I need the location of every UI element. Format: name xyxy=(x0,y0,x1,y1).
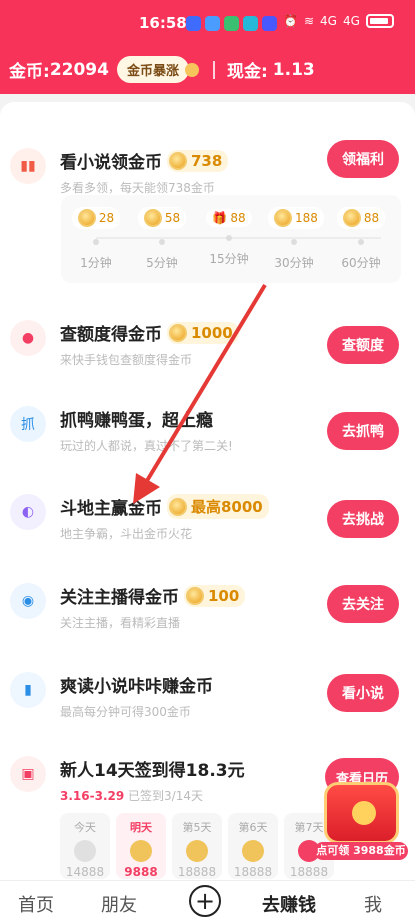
status-right: ⏰ ≋ 4G 4G xyxy=(283,14,394,28)
pacman-game-icon: ◐ xyxy=(10,494,46,530)
reading-progress: 28 1分钟 58 5分钟 🎁 88 15分钟 188 30分钟 88 60分钟 xyxy=(61,195,401,283)
coin-reward-popup[interactable]: 点可领 3988金币 xyxy=(314,782,408,866)
reward-label: 点可领 3988金币 xyxy=(314,842,408,860)
status-time: 16:58 xyxy=(139,14,187,32)
book-icon: ▮▮ xyxy=(10,148,46,184)
follow-button[interactable]: 去关注 xyxy=(327,585,399,623)
coin-icon xyxy=(77,209,96,227)
treasure-chest-icon xyxy=(324,782,399,844)
signin-day[interactable]: 第5天 18888 xyxy=(172,813,222,879)
header-balance: 金币: 22094 金币暴涨 现金: 1.13 xyxy=(9,56,315,83)
catch-duck-button[interactable]: 去抓鸭 xyxy=(327,412,399,450)
tab-me[interactable]: 我 xyxy=(364,891,382,917)
task-description: 玩过的人都说，真过不了第二关! xyxy=(60,439,233,453)
challenge-button[interactable]: 去挑战 xyxy=(327,500,399,538)
task-title: 查额度得金币 1000 xyxy=(60,320,239,345)
coin-icon xyxy=(169,323,187,342)
coin-stack-icon xyxy=(130,840,152,862)
status-app-icons xyxy=(186,16,277,31)
signin-date: 3.16-3.29 xyxy=(60,789,125,803)
app-notification-icon xyxy=(243,16,258,31)
cash-value: 1.13 xyxy=(272,59,315,80)
progress-tick: 28 1分钟 xyxy=(70,207,122,279)
signin-day[interactable]: 第6天 18888 xyxy=(228,813,278,879)
read-novel-button[interactable]: 看小说 xyxy=(327,674,399,712)
plus-button[interactable]: + xyxy=(189,885,221,917)
task-title: 抓鸭赚鸭蛋，超上瘾 xyxy=(60,411,213,431)
task-title: 新人14天签到得18.3元 xyxy=(60,761,245,781)
task-description: 最高每分钟可得300金币 xyxy=(60,705,191,719)
bottom-tab-bar: 首页 朋友 + 去赚钱 我 xyxy=(0,880,415,922)
coin-icon xyxy=(274,209,292,227)
coin-label: 金币: xyxy=(9,62,50,82)
coin-stack-icon xyxy=(186,840,208,862)
battery-icon xyxy=(365,14,394,28)
app-notification-icon xyxy=(205,16,220,31)
tab-friends[interactable]: 朋友 xyxy=(101,891,137,917)
app-notification-icon xyxy=(224,16,239,31)
progress-tick: 58 5分钟 xyxy=(136,207,188,279)
coin-bonus: 738 xyxy=(167,149,229,172)
coin-icon xyxy=(342,209,361,227)
duck-game-icon: 抓 xyxy=(10,406,46,442)
task-duck[interactable]: 抓 抓鸭赚鸭蛋，超上瘾 玩过的人都说，真过不了第二关! 去抓鸭 xyxy=(0,388,415,468)
task-follow[interactable]: ◉ 关注主播得金币 100 关注主播，看精彩直播 去关注 xyxy=(0,565,415,645)
claim-benefit-button[interactable]: 领福利 xyxy=(327,140,399,178)
task-title: 斗地主赢金币 最高8000 xyxy=(60,494,269,519)
task-title: 爽读小说咔咔赚金币 xyxy=(60,677,213,697)
check-credit-button[interactable]: 查额度 xyxy=(327,326,399,364)
divider xyxy=(212,60,215,79)
app-notification-icon xyxy=(186,16,201,31)
tab-earn[interactable]: 去赚钱 xyxy=(262,891,316,917)
progress-tick: 🎁 88 15分钟 xyxy=(203,207,255,279)
gift-icon: 🎁 xyxy=(212,211,228,225)
coin-value: 22094 xyxy=(49,59,109,80)
coin-stack-icon xyxy=(242,840,264,862)
progress-tick: 88 60分钟 xyxy=(335,207,387,279)
task-landlord[interactable]: ◐ 斗地主赢金币 最高8000 地主争霸，斗出金币火花 去挑战 xyxy=(0,476,415,556)
task-reading[interactable]: ▮ 爽读小说咔咔赚金币 最高每分钟可得300金币 看小说 xyxy=(0,654,415,734)
task-description: 关注主播，看精彩直播 xyxy=(60,616,181,630)
task-description: 来快手钱包查额度得金币 xyxy=(60,353,193,367)
tab-home[interactable]: 首页 xyxy=(18,891,54,917)
check-icon xyxy=(74,840,96,862)
coin-icon xyxy=(169,151,187,170)
task-title: 关注主播得金币 100 xyxy=(60,583,246,608)
network-label-2: 4G xyxy=(342,14,360,28)
cash-label: 现金: xyxy=(226,62,268,82)
coin-boom-button[interactable]: 金币暴涨 xyxy=(116,56,200,83)
coin-icon xyxy=(186,586,204,605)
book-icon: ▮ xyxy=(10,672,46,708)
wifi-icon: ≋ xyxy=(303,14,315,28)
signin-day[interactable]: 今天 14888 xyxy=(60,813,110,879)
calendar-icon: ▣ xyxy=(10,756,46,792)
top-header: 16:58 ⏰ ≋ 4G 4G 金币: 22094 金币暴涨 现金: 1.13 xyxy=(0,0,415,94)
task-description: 多看多领，每天能领738金币 xyxy=(60,181,215,195)
task-title: 看小说领金币 738 xyxy=(60,148,229,173)
coin-icon xyxy=(169,497,187,516)
task-description: 3.16-3.29 已签到3/14天 xyxy=(60,789,203,803)
network-label: 4G xyxy=(320,14,337,28)
task-credit[interactable]: ● 查额度得金币 1000 来快手钱包查额度得金币 查额度 xyxy=(0,302,415,382)
search-icon xyxy=(262,16,277,31)
wallet-icon: ● xyxy=(10,320,46,356)
signin-day[interactable]: 明天 9888 xyxy=(116,813,166,879)
user-follow-icon: ◉ xyxy=(10,583,46,619)
progress-tick: 188 30分钟 xyxy=(268,207,324,279)
coin-icon xyxy=(143,209,162,227)
status-bar: 16:58 ⏰ ≋ 4G 4G xyxy=(0,14,415,36)
alarm-icon: ⏰ xyxy=(283,14,298,28)
task-description: 地主争霸，斗出金币火花 xyxy=(60,527,193,541)
